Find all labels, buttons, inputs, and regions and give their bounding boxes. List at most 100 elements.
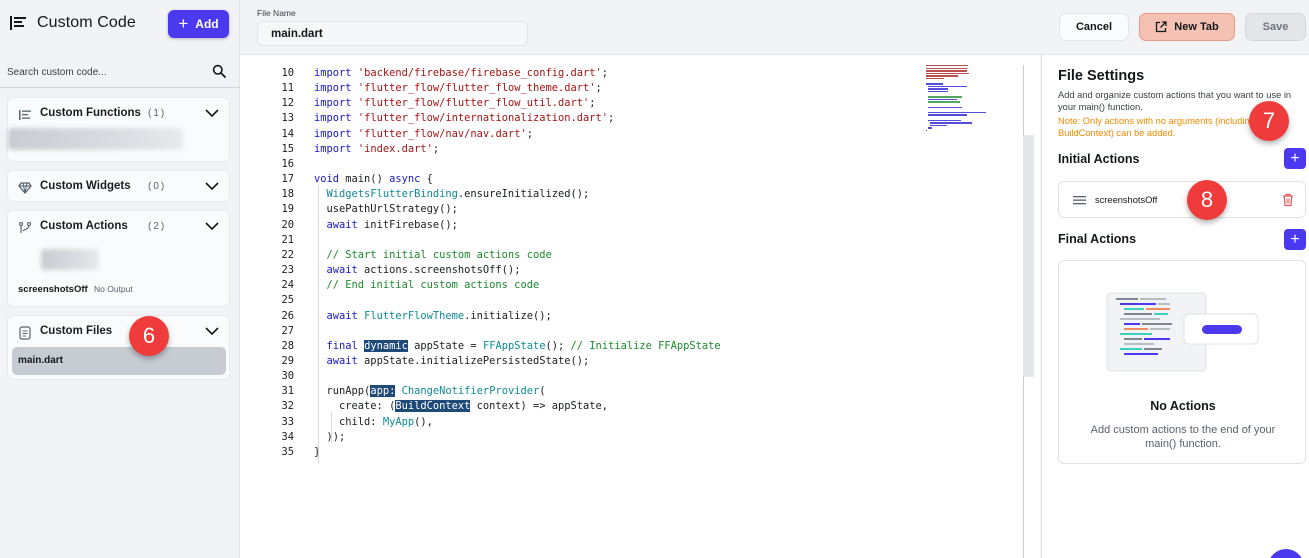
section-custom-actions[interactable]: Custom Actions (2) screenshotsOff No Out… <box>7 210 230 307</box>
section-title: Custom Widgets <box>40 180 131 192</box>
line-content: import 'backend/firebase/firebase_config… <box>314 67 609 79</box>
line-number: 33 <box>281 415 294 428</box>
minimap-line <box>926 65 969 67</box>
code-line[interactable]: 22 // Start initial custom actions code <box>240 248 920 263</box>
code-line[interactable]: 15 import 'index.dart'; <box>240 142 920 157</box>
chevron-down-icon[interactable] <box>205 326 219 336</box>
line-number: 35 <box>281 445 294 458</box>
empty-state-title: No Actions <box>1150 399 1216 413</box>
line-content: await initFirebase(); <box>326 218 458 231</box>
search-icon[interactable] <box>212 64 226 78</box>
section-custom-widgets[interactable]: Custom Widgets (0) <box>7 170 230 202</box>
plus-icon: + <box>1290 230 1300 248</box>
trash-icon[interactable] <box>1282 193 1294 207</box>
code-line[interactable]: 25 <box>240 293 920 308</box>
file-item-name: main.dart <box>18 355 64 366</box>
section-count: (1) <box>148 108 167 119</box>
line-content: await actions.screenshotsOff(); <box>326 264 521 277</box>
line-number: 27 <box>281 324 294 337</box>
line-content: await appState.initializePersistedState(… <box>326 354 590 367</box>
code-line[interactable]: 13 import 'flutter_flow/internationalizat… <box>240 111 920 126</box>
code-line[interactable]: 34 )); <box>240 430 920 445</box>
code-minimap[interactable] <box>926 65 1036 145</box>
minimap-line <box>926 70 967 72</box>
minimap-line <box>927 101 961 103</box>
file-name-value: main.dart <box>271 28 323 40</box>
code-line[interactable]: 29 await appState.initializePersistedSta… <box>240 354 920 369</box>
final-actions-title: Final Actions <box>1058 232 1137 246</box>
code-lines[interactable]: 10 import 'backend/firebase/firebase_conf… <box>240 66 920 460</box>
file-icon <box>19 326 31 340</box>
add-final-action-button[interactable]: + <box>1284 229 1306 250</box>
add-button-label: Add <box>195 17 219 31</box>
indent-guide <box>318 185 319 464</box>
search-input[interactable]: Search custom code... <box>0 58 240 88</box>
code-line[interactable]: 24 // End initial custom actions code <box>240 278 920 293</box>
line-number: 32 <box>281 400 294 413</box>
save-button[interactable]: Save <box>1245 13 1306 41</box>
editor-scrollbar[interactable] <box>1023 135 1034 377</box>
line-number: 11 <box>281 82 294 95</box>
line-content: final dynamic appState = FFAppState(); /… <box>326 339 721 352</box>
chevron-down-icon[interactable] <box>205 221 219 231</box>
search-placeholder: Search custom code... <box>7 67 107 78</box>
code-editor[interactable]: 10 import 'backend/firebase/firebase_conf… <box>240 55 1040 558</box>
code-line[interactable]: 28 final dynamic appState = FFAppState()… <box>240 339 920 354</box>
code-line[interactable]: 19 usePathUrlStrategy(); <box>240 202 920 217</box>
final-actions-empty-state: No Actions Add custom actions to the end… <box>1058 260 1306 464</box>
code-line[interactable]: 32 create: (BuildContext context) => app… <box>240 399 920 414</box>
sidebar-header: Custom Code + Add <box>0 0 240 50</box>
file-item-selected[interactable]: main.dart <box>12 347 226 375</box>
line-number: 15 <box>281 142 294 155</box>
line-content: // Start initial custom actions code <box>326 248 552 261</box>
new-tab-button[interactable]: New Tab <box>1139 13 1235 41</box>
save-button-label: Save <box>1262 21 1289 33</box>
initial-action-item[interactable]: screenshotsOff <box>1058 181 1306 218</box>
minimap-line <box>926 83 944 85</box>
section-count: (2) <box>148 221 167 232</box>
cancel-button[interactable]: Cancel <box>1059 13 1129 41</box>
code-line[interactable]: 33 child: MyApp(), <box>240 415 920 430</box>
line-content: await FlutterFlowTheme.initialize(); <box>326 309 552 322</box>
code-line[interactable]: 27 <box>240 324 920 339</box>
code-line[interactable]: 30 <box>240 369 920 384</box>
line-content: WidgetsFlutterBinding.ensureInitialized(… <box>326 188 590 201</box>
file-name-field[interactable]: main.dart <box>257 21 528 46</box>
minimap-line <box>926 72 970 75</box>
chevron-down-icon[interactable] <box>205 181 219 191</box>
plus-icon: + <box>1290 149 1300 167</box>
empty-state-description: Add custom actions to the end of your ma… <box>1090 424 1276 450</box>
code-line[interactable]: 14 import 'flutter_flow/nav/nav.dart'; <box>240 127 920 142</box>
annotation-badge: 6 <box>129 316 169 356</box>
code-line[interactable]: 26 await FlutterFlowTheme.initialize(); <box>240 309 920 324</box>
section-custom-functions[interactable]: Custom Functions (1) <box>7 97 230 162</box>
add-initial-action-button[interactable]: + <box>1284 148 1306 169</box>
initial-action-name: screenshotsOff <box>1095 195 1158 205</box>
code-line[interactable]: 35} <box>240 445 920 460</box>
code-line[interactable]: 20 await initFirebase(); <box>240 218 920 233</box>
code-line[interactable]: 21 <box>240 233 920 248</box>
code-line[interactable]: 11 import 'flutter_flow/flutter_flow_them… <box>240 81 920 96</box>
code-line[interactable]: 16 <box>240 157 920 172</box>
code-line[interactable]: 12 import 'flutter_flow/flutter_flow_util… <box>240 96 920 111</box>
code-line[interactable]: 18 WidgetsFlutterBinding.ensureInitializ… <box>240 187 920 202</box>
code-line[interactable]: 17 void main() async { <box>240 172 920 187</box>
line-number: 12 <box>281 97 294 110</box>
section-custom-files[interactable]: Custom Files main.dart <box>7 315 230 380</box>
line-number: 14 <box>281 127 294 140</box>
custom-code-sidebar: Custom Code + Add Search custom code... … <box>0 0 240 558</box>
line-number: 17 <box>281 173 294 186</box>
minimap-line <box>926 78 944 80</box>
add-button[interactable]: + Add <box>168 10 229 38</box>
line-content: import 'flutter_flow/flutter_flow_util.d… <box>314 97 596 110</box>
minimap-line <box>927 91 949 93</box>
line-number: 34 <box>281 430 294 443</box>
chevron-down-icon[interactable] <box>205 108 219 118</box>
section-title: Custom Files <box>40 325 113 337</box>
empty-code-illustration <box>1106 292 1259 372</box>
code-line[interactable]: 10 import 'backend/firebase/firebase_conf… <box>240 66 920 81</box>
code-line[interactable]: 23 await actions.screenshotsOff(); <box>240 263 920 278</box>
action-item-name[interactable]: screenshotsOff <box>18 284 88 295</box>
code-line[interactable]: 31 runApp(app: ChangeNotifierProvider( <box>240 384 920 399</box>
drag-handle-icon[interactable] <box>1073 195 1086 205</box>
